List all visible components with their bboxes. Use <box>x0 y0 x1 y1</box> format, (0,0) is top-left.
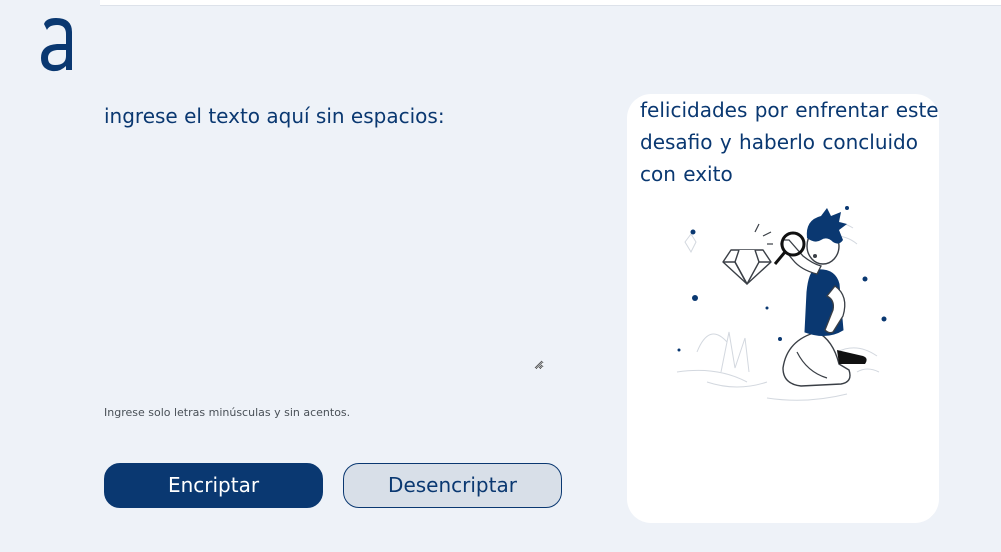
output-resize-handle-icon[interactable] <box>928 512 937 521</box>
output-message: felicidades por enfrentar este desafio y… <box>640 98 939 186</box>
input-hint: Ingrese solo letras minúsculas y sin ace… <box>104 406 351 419</box>
person-magnifying-diamond-illustration-icon <box>676 206 887 401</box>
top-bar <box>100 0 1001 6</box>
output-panel[interactable]: felicidades por enfrentar este desafio y… <box>627 94 939 523</box>
text-input[interactable] <box>104 104 544 370</box>
decrypt-button[interactable]: Desencriptar <box>343 463 562 508</box>
alura-logo-icon <box>41 18 72 72</box>
input-resize-handle-icon[interactable] <box>534 360 543 369</box>
encrypt-button[interactable]: Encriptar <box>104 463 323 508</box>
